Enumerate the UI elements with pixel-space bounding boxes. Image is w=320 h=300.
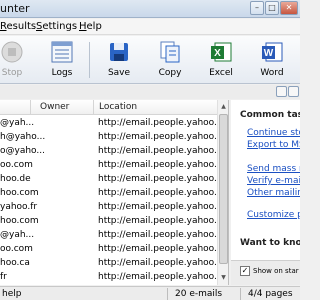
status-help: help: [2, 289, 22, 299]
link-continue-stopped[interactable]: Continue sto: [247, 128, 300, 138]
svg-text:X: X: [214, 48, 221, 59]
table-row[interactable]: oo.com http://email.people.yahoo.c: [0, 158, 222, 172]
show-on-startup-checkbox[interactable]: ✓: [240, 266, 250, 276]
menu-results[interactable]: Results: [0, 21, 36, 32]
table-row[interactable]: h@yaho... http://email.people.yahoo.c: [0, 130, 222, 144]
results-table: Owner Location @yah... http://email.peopl…: [0, 100, 229, 285]
filter-strip: [0, 85, 300, 99]
show-on-startup-label: Show on star: [253, 267, 299, 275]
task-pane-heading: Common tas: [240, 110, 300, 120]
floppy-disk-icon: [107, 40, 131, 64]
link-verify-email[interactable]: Verify e-mai: [247, 176, 300, 186]
table-row[interactable]: @yah... http://email.people.yahoo.c: [0, 228, 222, 242]
table-row[interactable]: hoo.ca http://email.people.yahoo.c: [0, 256, 222, 270]
status-divider: [167, 288, 168, 300]
logs-button[interactable]: Logs: [40, 38, 84, 82]
excel-button[interactable]: X Excel: [199, 38, 243, 82]
copy-button[interactable]: Copy: [148, 38, 192, 82]
column-owner[interactable]: Owner: [40, 102, 69, 112]
table-row[interactable]: yahoo.fr http://email.people.yahoo.c: [0, 200, 222, 214]
save-button[interactable]: Save: [97, 38, 141, 82]
scroll-up-icon[interactable]: ▲: [219, 101, 228, 112]
table-row[interactable]: hoo.com http://email.people.yahoo.c: [0, 186, 222, 200]
column-location[interactable]: Location: [99, 102, 137, 112]
minimize-button[interactable]: –: [250, 1, 264, 15]
menu-settings[interactable]: Settings: [36, 21, 77, 32]
menu-bar: Results Settings Help: [0, 19, 300, 35]
window-title: unter: [0, 2, 30, 15]
link-export-ms[interactable]: Export to MS: [247, 140, 300, 150]
title-bar: unter – □ ✕: [0, 0, 300, 18]
scroll-down-icon[interactable]: ▼: [219, 272, 228, 283]
word-icon: W: [260, 40, 284, 64]
options-icon[interactable]: [288, 86, 299, 97]
status-bar: help 20 e-mails 4/4 pages: [0, 286, 300, 300]
table-scrollbar[interactable]: ▲ ▼: [217, 100, 228, 285]
link-customize[interactable]: Customize p: [247, 210, 300, 220]
logs-icon: [50, 40, 74, 64]
copy-icon: [158, 40, 182, 64]
status-email-count: 20 e-mails: [175, 289, 223, 299]
stop-button[interactable]: Stop: [0, 38, 34, 82]
table-row[interactable]: fr http://email.people.yahoo.c: [0, 270, 222, 284]
status-page-count: 4/4 pages: [248, 289, 293, 299]
window-controls: – □ ✕: [250, 1, 298, 15]
svg-text:W: W: [264, 48, 274, 59]
word-button[interactable]: W Word: [250, 38, 294, 82]
column-divider[interactable]: [93, 100, 94, 115]
maximize-button[interactable]: □: [265, 1, 279, 15]
menu-help[interactable]: Help: [79, 21, 102, 32]
table-header: Owner Location: [0, 100, 228, 115]
scroll-thumb[interactable]: [219, 114, 228, 264]
stop-icon: [0, 40, 24, 64]
close-button[interactable]: ✕: [280, 1, 298, 15]
refresh-icon[interactable]: [276, 86, 287, 97]
toolbar: Stop Logs Save Copy X Excel W Word: [0, 36, 300, 84]
table-row[interactable]: hoo.de http://email.people.yahoo.c: [0, 172, 222, 186]
excel-icon: X: [209, 40, 233, 64]
link-other-mailing[interactable]: Other mailin: [247, 188, 300, 198]
task-pane-heading-2: Want to know: [240, 238, 300, 248]
column-divider[interactable]: [30, 100, 31, 115]
table-row[interactable]: hoo.com http://email.people.yahoo.c: [0, 214, 222, 228]
toolbar-separator: [89, 42, 90, 78]
task-pane: Common tas Continue sto Export to MS Sen…: [231, 100, 300, 285]
table-row[interactable]: o@yaho... http://email.people.yahoo.c: [0, 144, 222, 158]
link-send-mass[interactable]: Send mass n: [247, 164, 300, 174]
status-divider: [240, 288, 241, 300]
table-row[interactable]: oo.com http://email.people.yahoo.c: [0, 242, 222, 256]
table-row[interactable]: @yah... http://email.people.yahoo.c: [0, 116, 222, 130]
